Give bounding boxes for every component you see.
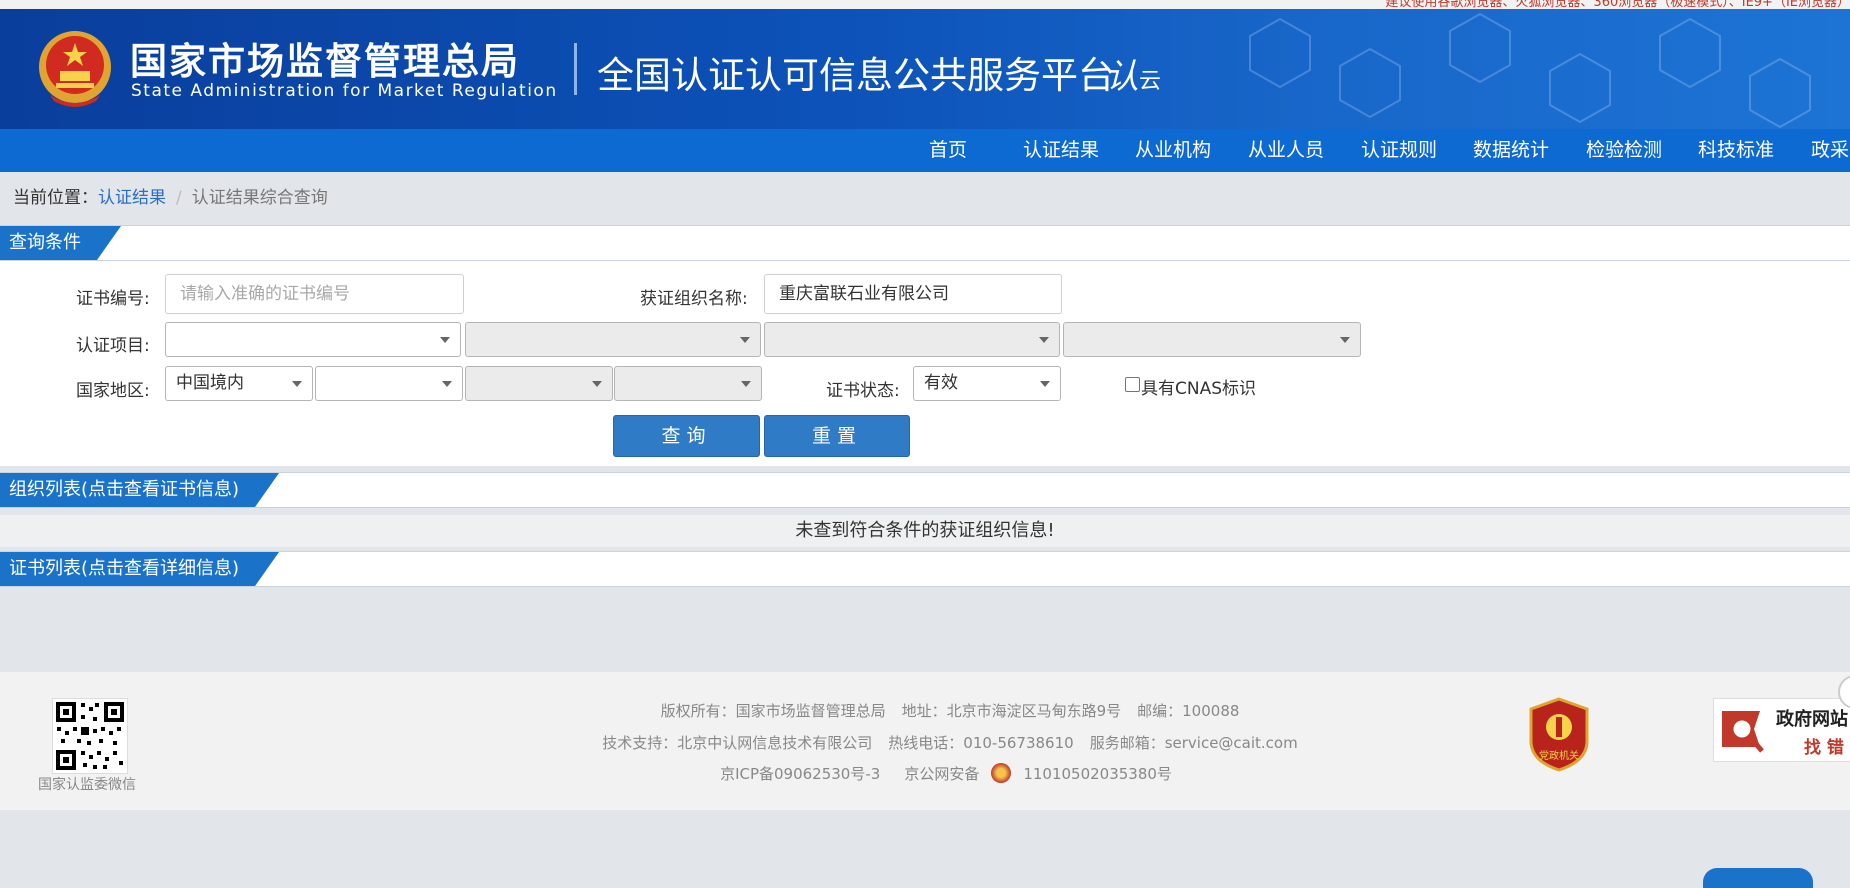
logo-mark-main: 认 bbox=[1105, 57, 1139, 97]
footer-icp[interactable]: 京ICP备09062530号-3 bbox=[720, 765, 880, 783]
footer-hotline: 热线电话：010-56738610 bbox=[888, 734, 1074, 752]
cert-project-label: 认证项目: bbox=[76, 336, 150, 356]
footer-copyright: 版权所有：国家市场监督管理总局 bbox=[660, 702, 886, 720]
nav-item-statistics[interactable]: 数据统计 bbox=[1473, 129, 1549, 172]
gov-website-find-error[interactable]: 政府网站 找 错 bbox=[1713, 698, 1850, 762]
nav-item-home[interactable]: 首页 bbox=[929, 129, 967, 172]
nav-item-institutions[interactable]: 从业机构 bbox=[1135, 129, 1211, 172]
main-nav: 首页 认证结果 从业机构 从业人员 认证规则 数据统计 检验检测 科技标准 政采 bbox=[0, 129, 1850, 172]
chevron-down-icon bbox=[442, 381, 452, 387]
party-gov-badge-icon[interactable]: 党政机关 bbox=[1527, 697, 1591, 772]
search-button[interactable]: 查询 bbox=[613, 415, 760, 457]
org-name-label: 获证组织名称: bbox=[640, 289, 748, 309]
gov-find-line2: 找 错 bbox=[1804, 738, 1844, 758]
chevron-down-icon bbox=[1039, 337, 1049, 343]
footer-police-record[interactable]: 京公网安备 11010502035380号 bbox=[896, 763, 1180, 783]
national-emblem-icon bbox=[39, 31, 111, 107]
cert-project-select-2[interactable] bbox=[465, 322, 761, 357]
nav-item-inspection[interactable]: 检验检测 bbox=[1586, 129, 1662, 172]
magnifier-icon bbox=[1722, 711, 1764, 753]
org-name-input[interactable]: 重庆富联石业有限公司 bbox=[764, 274, 1062, 314]
province-select[interactable] bbox=[315, 366, 463, 401]
nav-item-standards[interactable]: 科技标准 bbox=[1698, 129, 1774, 172]
cnas-checkbox-wrap[interactable]: 具有CNAS标识 bbox=[1125, 374, 1256, 399]
org-list-empty-message: 未查到符合条件的获证组织信息! bbox=[0, 515, 1850, 547]
footer-tech-support: 技术支持：北京中认网信息技术有限公司 bbox=[602, 734, 873, 752]
police-prefix: 京公网安备 bbox=[904, 765, 980, 783]
org-name-cn: 国家市场监督管理总局 bbox=[130, 40, 520, 83]
platform-title: 全国认证认可信息公共服务平台 bbox=[597, 54, 1115, 97]
footer-postcode: 邮编：100088 bbox=[1137, 702, 1240, 720]
logo-mark-small: 云 bbox=[1139, 69, 1162, 94]
chevron-down-icon bbox=[740, 337, 750, 343]
header-divider bbox=[574, 43, 577, 95]
cert-no-label: 证书编号: bbox=[76, 289, 150, 309]
reset-button[interactable]: 重置 bbox=[764, 415, 910, 457]
chevron-down-icon bbox=[440, 337, 450, 343]
footer-address: 地址：北京市海淀区马甸东路9号 bbox=[901, 702, 1122, 720]
hexagon-pattern-decoration bbox=[1249, 12, 1811, 129]
renyun-logo: 认云 bbox=[1105, 49, 1161, 98]
top-notice-strip: 建议使用谷歌浏览器、火狐浏览器、360浏览器（极速模式）、IE9+（IE浏览器） bbox=[0, 0, 1850, 9]
query-section-title: 查询条件 bbox=[0, 226, 121, 260]
chevron-down-icon bbox=[1040, 381, 1050, 387]
gov-find-line1: 政府网站 bbox=[1776, 709, 1848, 730]
org-name-en: State Administration for Market Regulati… bbox=[131, 81, 558, 101]
chevron-down-icon bbox=[1340, 337, 1350, 343]
query-title-bar: 查询条件 bbox=[0, 225, 1850, 261]
top-notice: 建议使用谷歌浏览器、火狐浏览器、360浏览器（极速模式）、IE9+（IE浏览器） bbox=[1385, 0, 1850, 9]
cnas-checkbox[interactable] bbox=[1125, 377, 1140, 392]
district-select[interactable] bbox=[614, 366, 762, 401]
status-select-value: 有效 bbox=[924, 373, 958, 393]
breadcrumb-current: 认证结果综合查询 bbox=[191, 188, 328, 208]
org-list-section-title: 组织列表(点击查看证书信息) bbox=[0, 473, 279, 507]
site-footer: 国家认监委微信 版权所有：国家市场监督管理总局 地址：北京市海淀区马甸东路9号 邮编… bbox=[0, 672, 1850, 810]
footer-email: 服务邮箱：service@cait.com bbox=[1089, 734, 1298, 752]
nav-item-cert-rules[interactable]: 认证规则 bbox=[1361, 129, 1437, 172]
status-select[interactable]: 有效 bbox=[913, 366, 1061, 401]
cert-project-select-1[interactable] bbox=[165, 322, 461, 357]
breadcrumb-prefix: 当前位置： bbox=[13, 188, 98, 208]
breadcrumb-separator: / bbox=[176, 188, 182, 208]
breadcrumb: 当前位置：认证结果 / 认证结果综合查询 bbox=[13, 183, 328, 208]
cert-no-input[interactable]: 请输入准确的证书编号 bbox=[165, 274, 464, 314]
org-list-title-bar: 组织列表(点击查看证书信息) bbox=[0, 472, 1850, 508]
cnas-checkbox-label: 具有CNAS标识 bbox=[1141, 379, 1257, 399]
city-select[interactable] bbox=[465, 366, 613, 401]
cert-list-title-bar: 证书列表(点击查看详细信息) bbox=[0, 551, 1850, 587]
cert-project-select-4[interactable] bbox=[1063, 322, 1361, 357]
chevron-down-icon bbox=[741, 381, 751, 387]
nav-item-cert-results[interactable]: 认证结果 bbox=[1023, 129, 1099, 172]
region-select-value: 中国境内 bbox=[176, 373, 244, 393]
region-select[interactable]: 中国境内 bbox=[165, 366, 313, 401]
floating-bottom-tab[interactable] bbox=[1703, 868, 1813, 888]
chevron-down-icon bbox=[592, 381, 602, 387]
region-label: 国家地区: bbox=[76, 381, 150, 401]
nav-item-procurement[interactable]: 政采 bbox=[1811, 129, 1849, 172]
breadcrumb-link-cert-results[interactable]: 认证结果 bbox=[98, 188, 166, 208]
cert-project-select-3[interactable] bbox=[764, 322, 1060, 357]
cert-list-section-title: 证书列表(点击查看详细信息) bbox=[0, 552, 279, 586]
query-panel: 查询条件 证书编号: 请输入准确的证书编号 获证组织名称: 重庆富联石业有限公司… bbox=[0, 225, 1850, 466]
chevron-down-icon bbox=[292, 381, 302, 387]
status-label: 证书状态: bbox=[826, 381, 900, 401]
police-number: 11010502035380号 bbox=[1023, 765, 1172, 783]
nav-item-personnel[interactable]: 从业人员 bbox=[1248, 129, 1324, 172]
site-header: 国家市场监督管理总局 State Administration for Mark… bbox=[0, 9, 1850, 129]
party-badge-text: 党政机关 bbox=[1539, 749, 1579, 762]
police-badge-icon bbox=[991, 763, 1012, 783]
